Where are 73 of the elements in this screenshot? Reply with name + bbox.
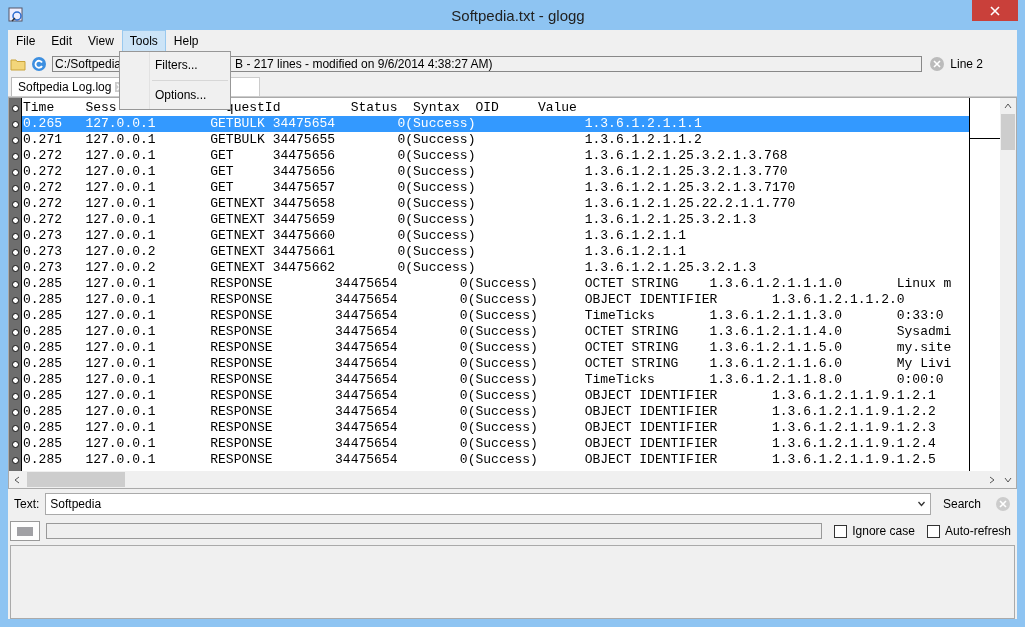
line-marker-icon [11, 424, 19, 432]
line-marker-icon [11, 280, 19, 288]
line-marker-icon [11, 296, 19, 304]
line-marker-icon [11, 104, 19, 112]
line-marker-icon [11, 248, 19, 256]
menu-item[interactable]: Help [165, 30, 207, 52]
option-checkbox[interactable]: Ignore case [834, 524, 915, 538]
search-field[interactable]: Softpedia [45, 493, 931, 515]
clear-icon[interactable] [995, 496, 1011, 512]
option-checkbox[interactable]: Auto-refresh [926, 524, 1011, 538]
file-path: C:/Softpedia [55, 57, 122, 71]
line-marker-icon [11, 312, 19, 320]
line-marker-icon [11, 376, 19, 384]
scroll-thumb[interactable] [1001, 114, 1015, 150]
line-indicator: Line 2 [950, 57, 983, 71]
menu-option[interactable]: Filters... [120, 54, 230, 77]
line-marker-icon [11, 168, 19, 176]
line-marker-icon [11, 328, 19, 336]
log-line[interactable]: 0.285 127.0.0.1 RESPONSE 34475654 0(Success) OBJECT IDENTIFIER 1.3.6.1.2.1.1.9.1.2.3 [22, 420, 969, 436]
log-line[interactable]: 0.285 127.0.0.1 RESPONSE 34475654 0(Success) OBJECT IDENTIFIER 1.3.6.1.2.1.1.2.0 [22, 292, 969, 308]
line-marker-icon [11, 456, 19, 464]
caret-icon[interactable] [916, 501, 926, 507]
line-marker-icon [11, 408, 19, 416]
line-marker-icon [11, 392, 19, 400]
horizontal-scrollbar[interactable] [9, 471, 1000, 488]
line-marker-icon [11, 120, 19, 128]
log-line[interactable]: 0.285 127.0.0.1 RESPONSE 34475654 0(Success) OBJECT IDENTIFIER 1.3.6.1.2.1.1.9.1.2.1 [22, 388, 969, 404]
log-line[interactable]: 0.272 127.0.0.1 GETNEXT 34475659 0(Success) 1.3.6.1.2.1.25.3.2.1.3 [22, 212, 969, 228]
menu-item[interactable]: File [8, 30, 44, 52]
color-button[interactable] [10, 521, 40, 541]
line-marker-icon [11, 152, 19, 160]
line-marker-icon [11, 200, 19, 208]
log-line[interactable]: 0.285 127.0.0.1 RESPONSE 34475654 0(Success) TimeTicks 1.3.6.1.2.1.1.8.0 0:00:0 [22, 372, 969, 388]
log-line[interactable]: 0.271 127.0.0.1 GETBULK 34475655 0(Success) 1.3.6.1.2.1.1.2 [22, 132, 969, 148]
line-marker-icon [11, 440, 19, 448]
stop-icon[interactable] [929, 56, 946, 72]
menu-item[interactable]: Edit [43, 30, 81, 52]
line-marker-icon [11, 264, 19, 272]
menu-item[interactable]: Tools [121, 30, 166, 52]
close-icon [990, 5, 1000, 16]
search-button[interactable]: Search [936, 497, 987, 511]
log-line[interactable]: 0.272 127.0.0.1 GET 34475656 0(Success) 1.3.6.1.2.1.25.3.2.1.3.768 [22, 148, 969, 164]
close-button[interactable] [972, 0, 1018, 21]
log-line[interactable]: 0.273 127.0.0.2 GETNEXT 34475662 0(Success) 1.3.6.1.2.1.25.3.2.1.3 [22, 260, 969, 276]
log-line[interactable]: 0.285 127.0.0.1 RESPONSE 34475654 0(Success) OBJECT IDENTIFIER 1.3.6.1.2.1.1.9.1.2.5 [22, 452, 969, 468]
vertical-scrollbar[interactable] [1000, 98, 1016, 488]
line-marker-icon [11, 360, 19, 368]
log-line[interactable]: 0.285 127.0.0.1 RESPONSE 34475654 0(Success) OBJECT IDENTIFIER 1.3.6.1.2.1.1.9.1.2.4 [22, 436, 969, 452]
app-icon [8, 7, 24, 23]
log-line[interactable]: 0.285 127.0.0.1 RESPONSE 34475654 0(Success) OCTET STRING 1.3.6.1.2.1.1.5.0 my.site [22, 340, 969, 356]
search-label: Text: [14, 497, 40, 511]
scroll-thumb[interactable] [27, 472, 125, 487]
file-info: B - 217 lines - modified on 9/6/2014 4:38:27 AM) [235, 57, 493, 71]
log-line[interactable]: 0.285 127.0.0.1 RESPONSE 34475654 0(Success) OCTET STRING 1.3.6.1.2.1.1.6.0 My Livi [22, 356, 969, 372]
refresh-icon[interactable] [31, 56, 47, 72]
line-marker-icon [11, 232, 19, 240]
log-line[interactable]: 0.285 127.0.0.1 RESPONSE 34475654 0(Success) OCTET STRING 1.3.6.1.2.1.1.1.0 Linux m [22, 276, 969, 292]
window-title: Softpedia.txt - glogg [450, 6, 586, 24]
log-line[interactable]: 0.285 127.0.0.1 RESPONSE 34475654 0(Success) TimeTicks 1.3.6.1.2.1.1.3.0 0:33:0 [22, 308, 969, 324]
log-header: Time Sess [23, 100, 117, 116]
menu-item[interactable]: View [80, 30, 122, 52]
log-line[interactable]: 0.272 127.0.0.1 GET 34475656 0(Success) 1.3.6.1.2.1.25.3.2.1.3.770 [22, 164, 969, 180]
line-marker-icon [11, 216, 19, 224]
line-marker-icon [11, 184, 19, 192]
folder-icon[interactable] [10, 57, 26, 71]
log-line[interactable]: 0.273 127.0.0.2 GETNEXT 34475661 0(Success) 1.3.6.1.2.1.1 [22, 244, 969, 260]
line-marker-icon [11, 344, 19, 352]
log-line[interactable]: 0.285 127.0.0.1 RESPONSE 34475654 0(Success) OBJECT IDENTIFIER 1.3.6.1.2.1.1.9.1.2.2 [22, 404, 969, 420]
log-line[interactable]: 0.285 127.0.0.1 RESPONSE 34475654 0(Success) OCTET STRING 1.3.6.1.2.1.1.4.0 Sysadmi [22, 324, 969, 340]
log-line[interactable]: 0.272 127.0.0.1 GET 34475657 0(Success) 1.3.6.1.2.1.25.3.2.1.3.7170 [22, 180, 969, 196]
log-line[interactable]: 0.272 127.0.0.1 GETNEXT 34475658 0(Success) 1.3.6.1.2.1.25.22.2.1.1.770 [22, 196, 969, 212]
line-marker-icon [11, 136, 19, 144]
log-line[interactable]: 0.273 127.0.0.1 GETNEXT 34475660 0(Success) 1.3.6.1.2.1.1 [22, 228, 969, 244]
